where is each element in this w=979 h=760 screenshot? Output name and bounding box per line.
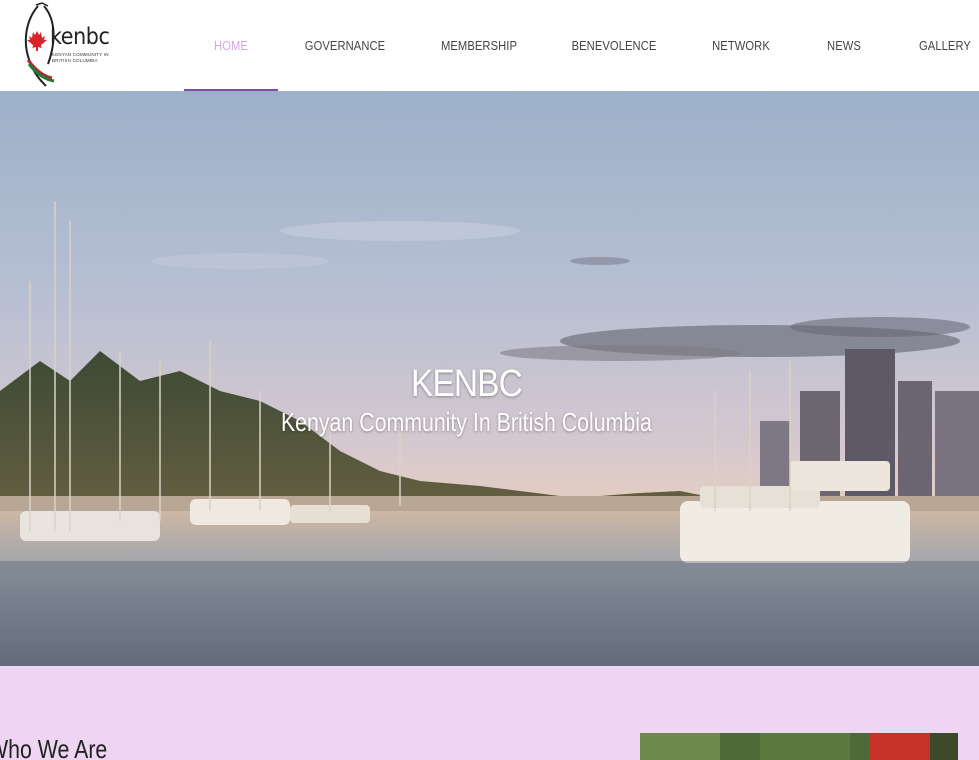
hero-banner: KENBC Kenyan Community In British Columb… [0,91,979,666]
nav-home[interactable]: HOME [191,0,272,91]
nav-gallery[interactable]: GALLERY [913,0,977,91]
nav-news[interactable]: NEWS [816,0,871,91]
nav-benevolence[interactable]: BENEVOLENCE [564,0,664,91]
site-header: kenbc KENYAN COMMUNITY IN BRITISH COLUMB… [0,0,979,91]
nav-membership[interactable]: MEMBERSHIP [432,0,527,91]
nav-governance[interactable]: GOVERNANCE [298,0,393,91]
main-nav: HOME GOVERNANCE MEMBERSHIP BENEVOLENCE N… [0,0,979,91]
about-heading: Who We Are [0,734,108,760]
nav-network[interactable]: NETWORK [702,0,779,91]
hero-subtitle: Kenyan Community In British Columbia [280,407,652,437]
hero-title: KENBC [411,363,523,405]
about-section: Who We Are [0,666,979,760]
about-photo [640,733,958,760]
about-photo-image [640,733,958,760]
